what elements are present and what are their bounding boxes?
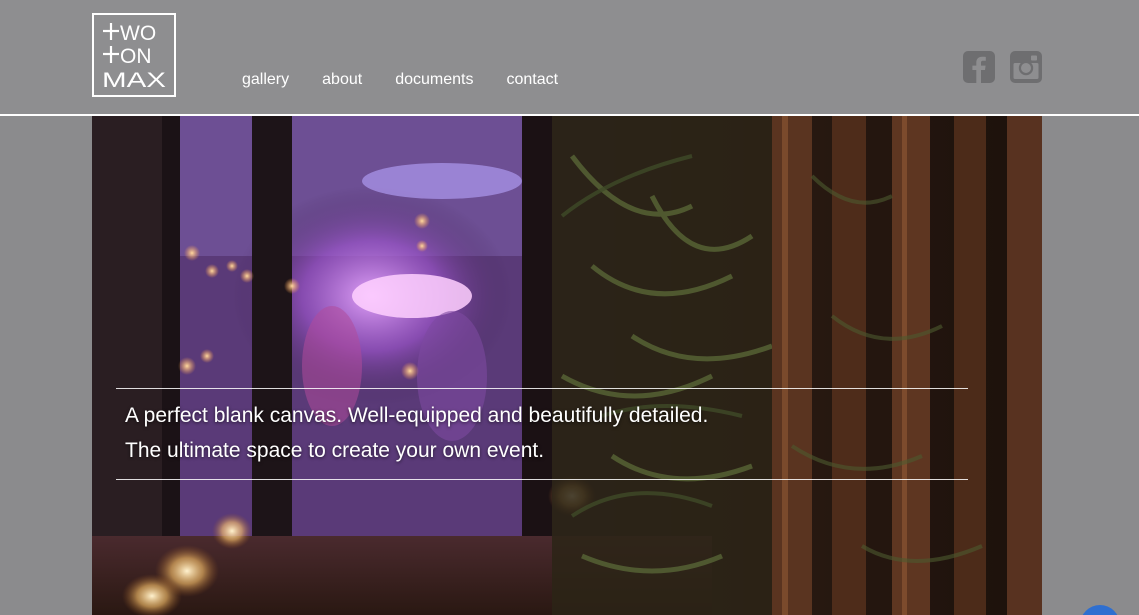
hero-photo: [92, 116, 1042, 615]
hero-tagline: A perfect blank canvas. Well-equipped an…: [116, 388, 968, 480]
logo-line-2: ON: [120, 45, 152, 68]
site-logo[interactable]: WO ON MAX: [92, 13, 176, 97]
facebook-icon: [963, 51, 995, 83]
main-nav: gallery about documents contact: [242, 70, 591, 90]
hero-image: A perfect blank canvas. Well-equipped an…: [92, 116, 1042, 615]
instagram-link[interactable]: [1010, 51, 1042, 83]
nav-contact[interactable]: contact: [506, 70, 558, 90]
site-header: WO ON MAX gallery about documents contac…: [0, 0, 1139, 114]
page: WO ON MAX gallery about documents contac…: [0, 0, 1139, 615]
facebook-link[interactable]: [963, 51, 995, 83]
logo-line-1: WO: [120, 22, 156, 45]
chat-widget-button[interactable]: [1080, 605, 1120, 615]
logo-line-3: MAX: [102, 69, 166, 92]
two-on-max-logo-icon: WO ON MAX: [102, 22, 166, 92]
tagline-line-2: The ultimate space to create your own ev…: [125, 439, 545, 462]
nav-documents[interactable]: documents: [395, 70, 473, 90]
nav-about[interactable]: about: [322, 70, 362, 90]
nav-gallery[interactable]: gallery: [242, 70, 289, 90]
tagline-line-1: A perfect blank canvas. Well-equipped an…: [125, 404, 709, 427]
instagram-icon: [1010, 51, 1042, 83]
